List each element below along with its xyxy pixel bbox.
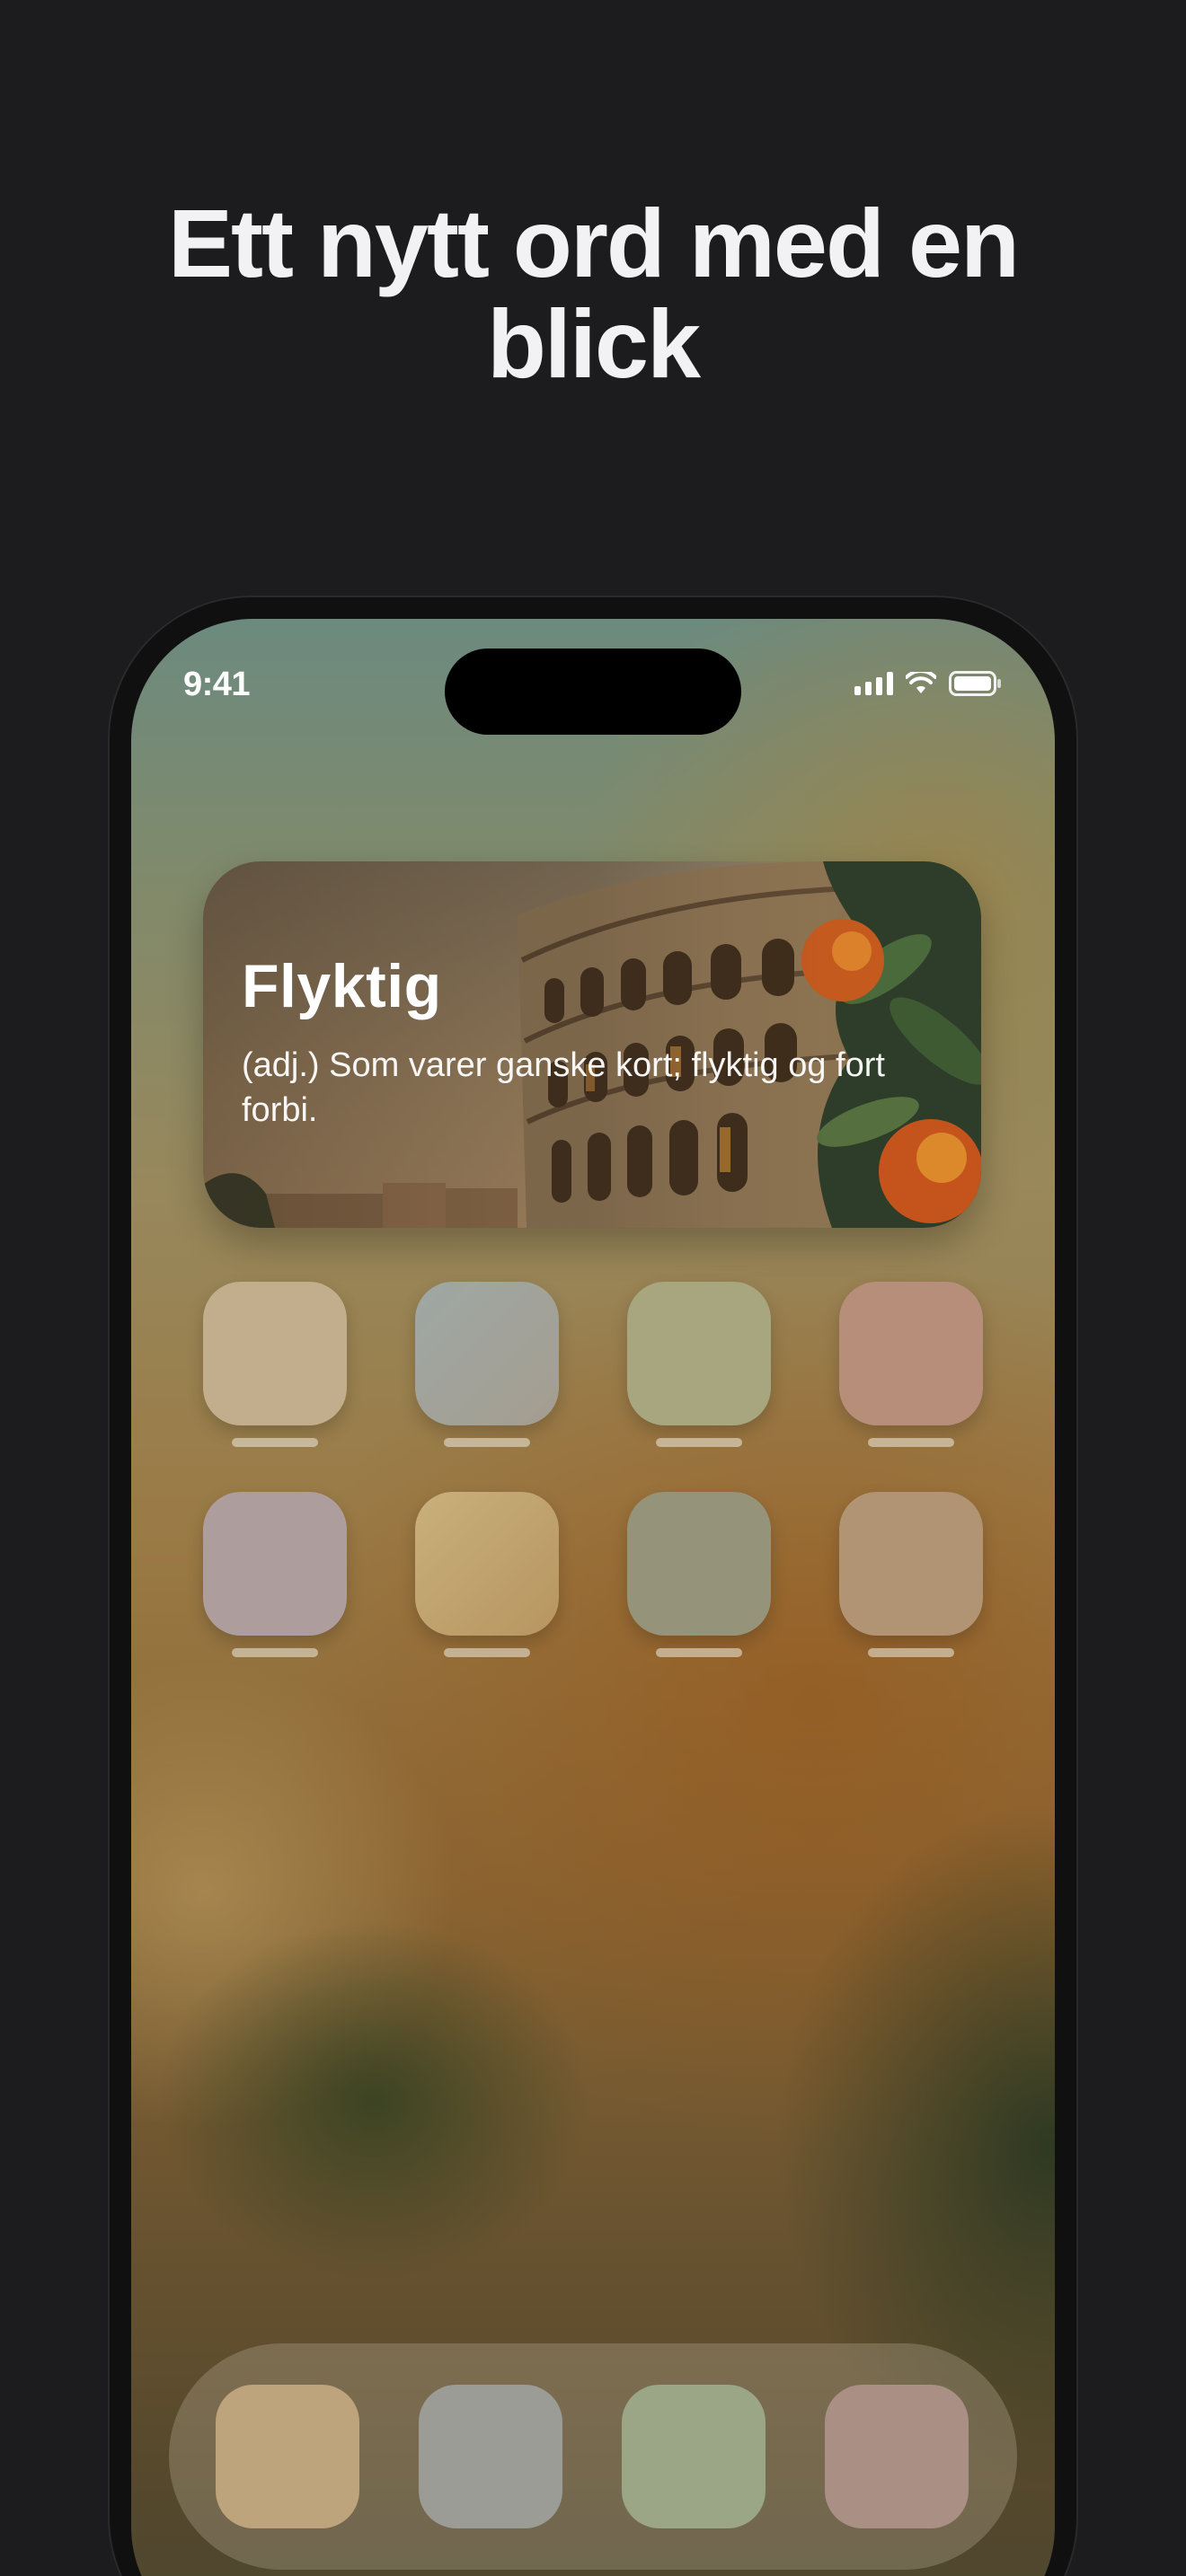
app-icon-placeholder[interactable] xyxy=(627,1492,771,1636)
app-icon-placeholder[interactable] xyxy=(839,1492,983,1636)
wifi-icon xyxy=(906,672,936,693)
dock xyxy=(169,2343,1017,2570)
app-label-placeholder xyxy=(868,1438,954,1447)
dock-app-placeholder[interactable] xyxy=(825,2385,969,2528)
app-label-placeholder xyxy=(232,1648,318,1657)
app-store-screenshot: Ett nytt ord med en blick 9:41 Flyktig (… xyxy=(0,0,1186,2576)
status-icons xyxy=(854,671,1003,696)
headline-line-1: Ett nytt ord med en xyxy=(167,189,1020,297)
home-screen: 9:41 Flyktig (adj.) Som varer ganske kor… xyxy=(131,619,1055,2576)
headline-line-2: blick xyxy=(486,289,701,398)
cellular-signal-icon xyxy=(854,672,893,695)
app-label-placeholder xyxy=(444,1648,530,1657)
dock-app-placeholder[interactable] xyxy=(216,2385,359,2528)
dock-app-placeholder[interactable] xyxy=(419,2385,562,2528)
app-label-placeholder xyxy=(444,1438,530,1447)
app-icon-placeholder[interactable] xyxy=(627,1282,771,1425)
widget-word: Flyktig xyxy=(242,952,442,1020)
widget-definition: (adj.) Som varer ganske kort; flyktig og… xyxy=(242,1046,885,1129)
dock-app-placeholder[interactable] xyxy=(622,2385,766,2528)
app-icon-placeholder[interactable] xyxy=(415,1492,559,1636)
app-icon-placeholder[interactable] xyxy=(203,1282,347,1425)
app-label-placeholder xyxy=(232,1438,318,1447)
app-icon-placeholder[interactable] xyxy=(415,1282,559,1425)
status-time: 9:41 xyxy=(183,666,251,703)
app-label-placeholder xyxy=(656,1438,742,1447)
app-label-placeholder xyxy=(656,1648,742,1657)
word-of-the-day-widget[interactable]: Flyktig (adj.) Som varer ganske kort; fl… xyxy=(203,861,981,1228)
phone-frame: 9:41 Flyktig (adj.) Som varer ganske kor… xyxy=(108,595,1078,2576)
app-label-placeholder xyxy=(868,1648,954,1657)
battery-icon xyxy=(949,671,1001,696)
app-icon-placeholder[interactable] xyxy=(839,1282,983,1425)
dynamic-island xyxy=(445,648,741,735)
headline: Ett nytt ord med en blick xyxy=(54,193,1132,394)
app-icon-placeholder[interactable] xyxy=(203,1492,347,1636)
